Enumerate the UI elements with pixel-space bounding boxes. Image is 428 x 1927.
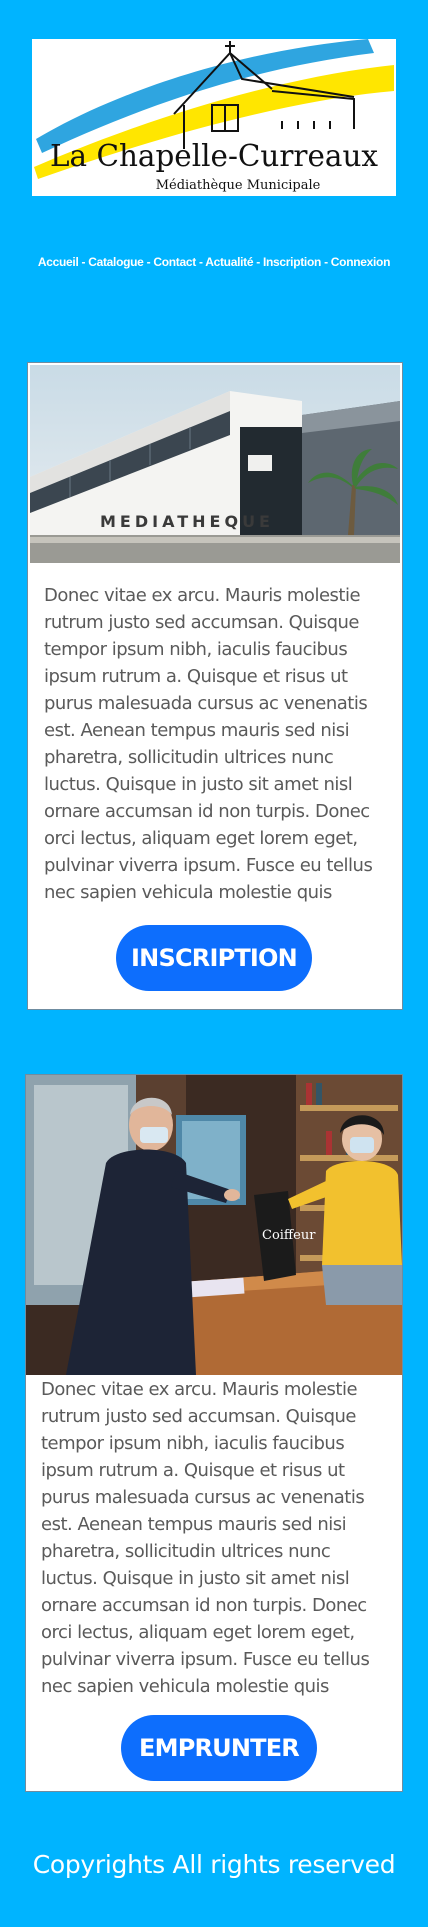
logo-title: La Chapelle-Curreaux <box>50 139 378 174</box>
nav-link-contact[interactable]: Contact <box>153 255 196 269</box>
nav-link-catalogue[interactable]: Catalogue <box>88 255 144 269</box>
mediatheque-building-image: MEDIATHEQUE <box>30 365 400 563</box>
emprunter-card: Coiffeur Donec vitae ex arcu. Mauris mol… <box>25 1074 403 1792</box>
emprunter-button[interactable]: EMPRUNTER <box>121 1715 317 1781</box>
nav-separator: - <box>253 255 263 269</box>
main-nav: Accueil - Catalogue - Contact - Actualit… <box>0 255 428 269</box>
building-lettering: MEDIATHEQUE <box>100 512 274 531</box>
card-description: Donec vitae ex arcu. Mauris molestie rut… <box>41 1379 370 1697</box>
nav-separator: - <box>321 255 331 269</box>
bag-lettering: Coiffeur <box>262 1228 316 1243</box>
nav-link-connexion[interactable]: Connexion <box>331 255 391 269</box>
nav-link-inscription[interactable]: Inscription <box>263 255 321 269</box>
logo-subtitle: Médiathèque Municipale <box>156 178 321 193</box>
footer-copyright: Copyrights All rights reserved <box>32 1850 396 1879</box>
nav-separator: - <box>195 255 206 269</box>
site-logo[interactable]: La Chapelle-Curreaux Médiathèque Municip… <box>32 39 396 196</box>
nav-link-actualite[interactable]: Actualité <box>205 255 253 269</box>
inscription-card: MEDIATHEQUE Donec vitae ex arcu. Mauris … <box>27 362 403 1010</box>
nav-separator: - <box>143 255 154 269</box>
library-lending-image: Coiffeur <box>26 1075 402 1375</box>
logo-graphic: La Chapelle-Curreaux Médiathèque Municip… <box>34 39 394 193</box>
inscription-button[interactable]: INSCRIPTION <box>116 925 312 991</box>
nav-separator: - <box>78 255 89 269</box>
card-description: Donec vitae ex arcu. Mauris molestie rut… <box>44 585 373 903</box>
nav-link-accueil[interactable]: Accueil <box>38 255 79 269</box>
